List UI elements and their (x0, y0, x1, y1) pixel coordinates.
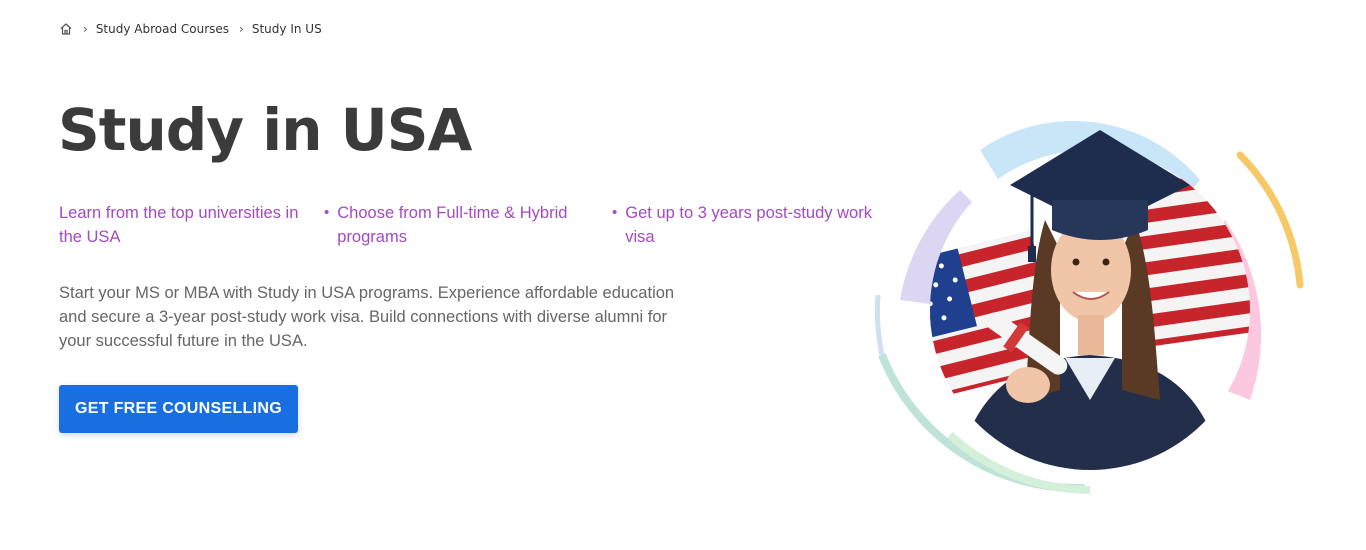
highlight-text: Choose from Full-time & Hybrid programs (337, 204, 568, 246)
highlight-item: Learn from the top universities in the U… (59, 201, 324, 249)
highlights-list: Learn from the top universities in the U… (59, 201, 872, 249)
hero-description: Start your MS or MBA with Study in USA p… (59, 284, 675, 350)
get-free-counselling-button[interactable]: GET FREE COUNSELLING (59, 385, 298, 433)
breadcrumb: › Study Abroad Courses › Study In US (59, 20, 322, 38)
bullet-icon: • (612, 204, 618, 221)
breadcrumb-current-page: Study In US (251, 22, 322, 36)
highlight-item: • Choose from Full-time & Hybrid program… (324, 201, 612, 249)
highlight-text: Learn from the top universities in the U… (59, 204, 299, 246)
graduate-hero-image (874, 120, 1304, 494)
breadcrumb-link-study-abroad-courses[interactable]: Study Abroad Courses (96, 22, 229, 36)
bullet-icon: • (324, 204, 330, 221)
highlight-text: Get up to 3 years post-study work visa (625, 204, 872, 246)
home-icon[interactable] (59, 22, 73, 36)
highlight-item: • Get up to 3 years post-study work visa (612, 201, 872, 249)
chevron-right-icon: › (239, 22, 244, 36)
chevron-right-icon: › (83, 22, 88, 36)
page-title: Study in USA (58, 96, 472, 164)
